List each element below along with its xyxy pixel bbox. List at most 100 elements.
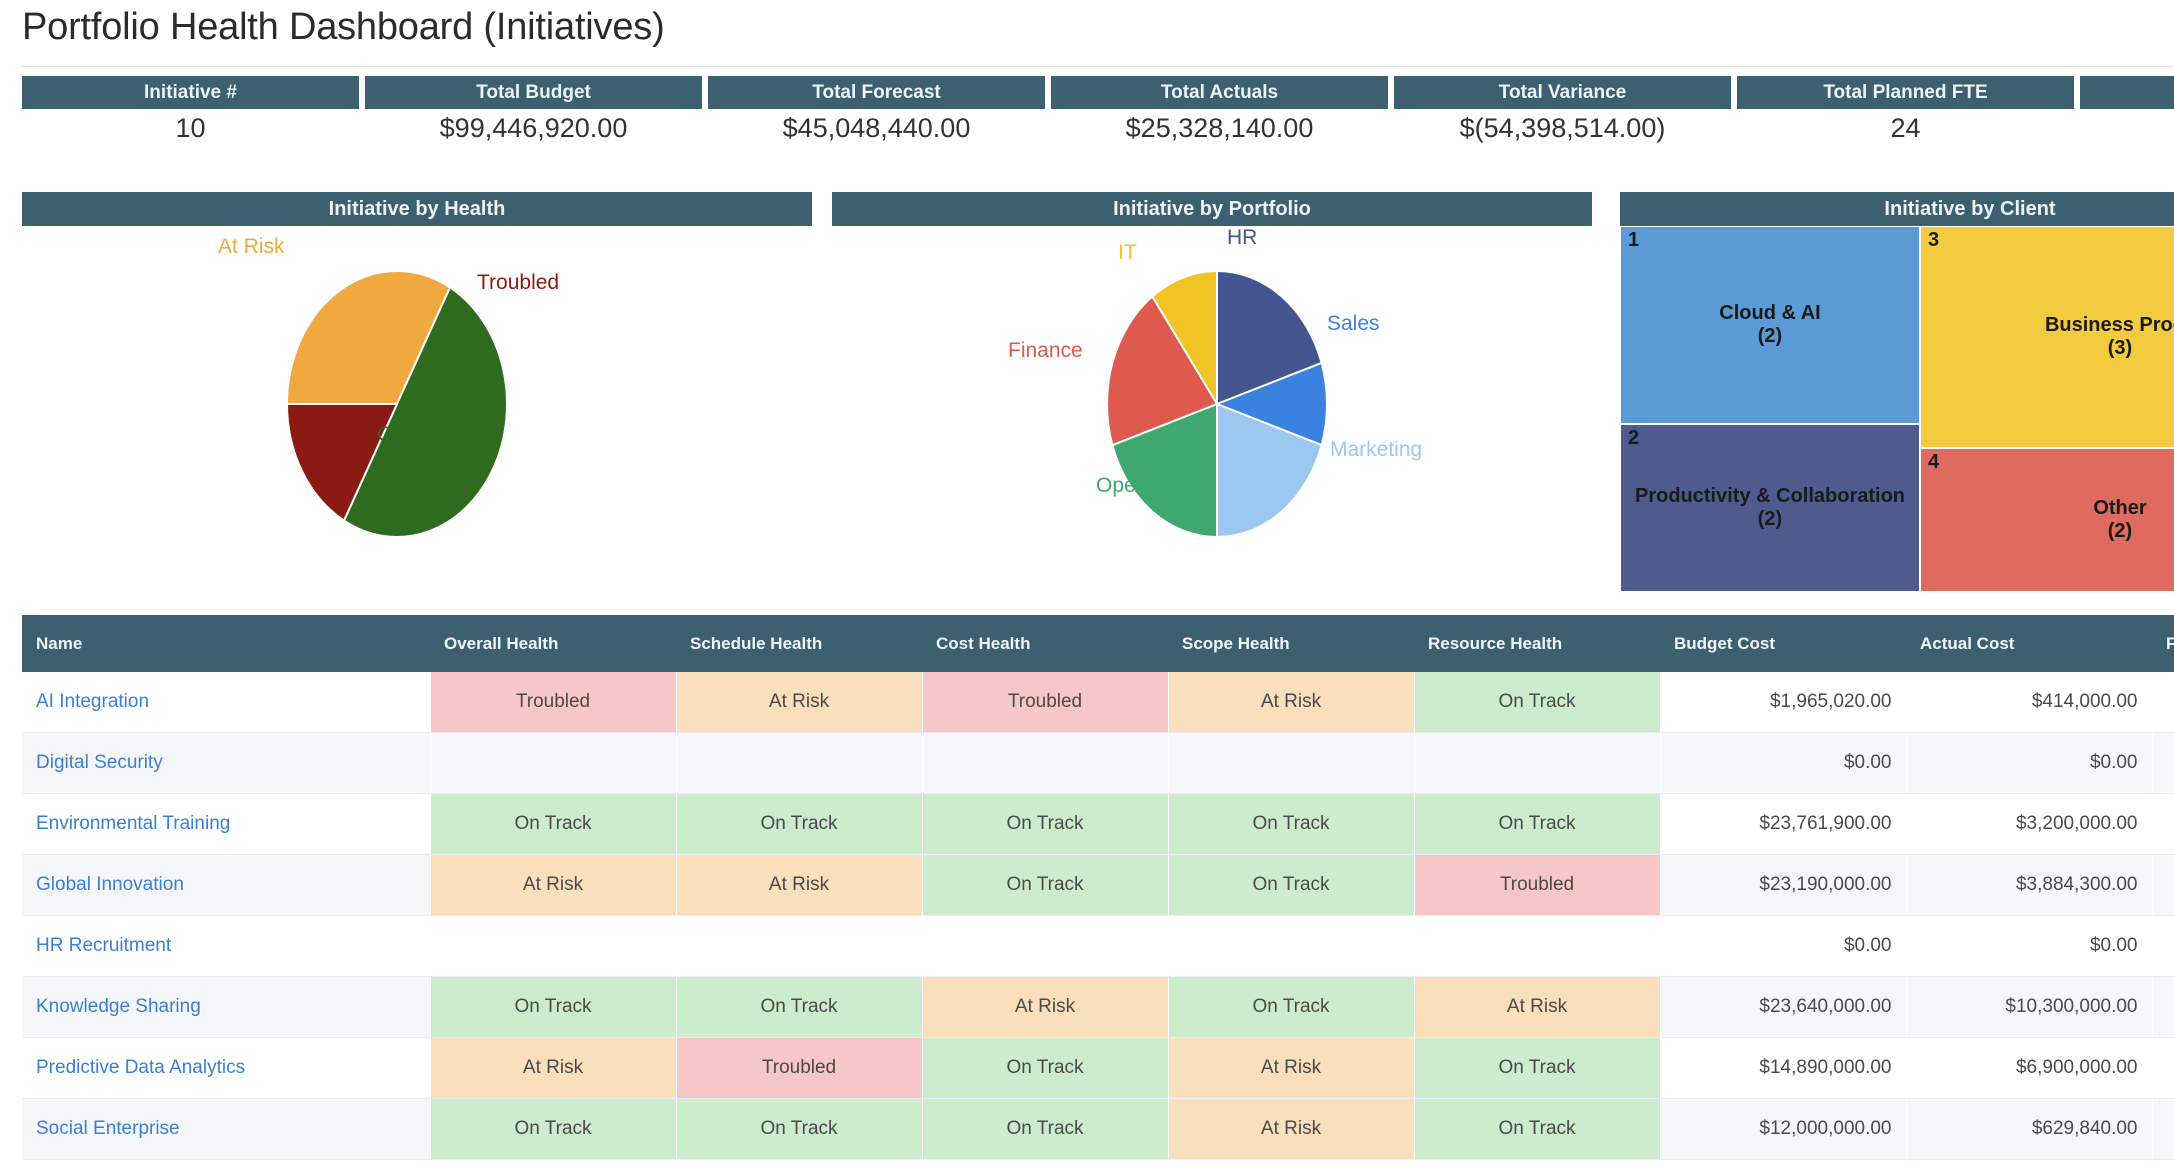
initiative-name-link[interactable]: Knowledge Sharing [22, 976, 431, 1038]
treemap-tile-name: Other [2093, 497, 2147, 519]
health-status-cell: On Track [922, 1098, 1169, 1160]
kpi-card[interactable]: Total Planned FTE 24 [1737, 76, 2074, 148]
table-row[interactable]: Global Innovation At Risk At Risk On Track O… [22, 854, 2174, 916]
table-column-header[interactable]: Scope Health [1168, 615, 1414, 672]
table-column-header[interactable]: Actual Cost [1906, 615, 2152, 672]
health-status-cell [1414, 732, 1661, 794]
table-column-header[interactable]: Schedule Health [676, 615, 922, 672]
treemap-tile[interactable]: 2 Productivity & Collaboration (2) [1620, 424, 1920, 592]
kpi-value [2080, 109, 2174, 148]
treemap-tile-count: (3) [2107, 337, 2133, 359]
treemap-tile[interactable]: 4 Other (2) [1920, 448, 2174, 592]
initiatives-table-container[interactable]: Name Overall Health Schedule Health Cost He… [22, 615, 2174, 1174]
treemap-tile[interactable]: 3 Business Proce(3) [1920, 226, 2174, 448]
initiative-by-portfolio-panel: Initiative by Portfolio HR Sales Marketing… [832, 192, 1592, 592]
health-status-cell: On Track [430, 793, 677, 855]
health-status-cell: At Risk [1168, 1098, 1415, 1160]
table-header: Name Overall Health Schedule Health Cost He… [22, 615, 2174, 672]
initiative-name-link[interactable]: Global Innovation [22, 854, 431, 916]
kpi-value: 24 [1890, 113, 1921, 143]
cost-cell: $12,300,000.00 [2152, 976, 2174, 1038]
health-status-cell [1168, 915, 1415, 977]
kpi-label: T [2080, 76, 2174, 109]
table-column-header[interactable]: Name [22, 615, 430, 672]
cost-cell: $0.00 [1906, 915, 2153, 977]
portfolio-pie-chart[interactable] [832, 226, 1592, 592]
cost-cell: $1,965,020.00 [1660, 672, 1907, 733]
cost-cell: $0.00 [2152, 915, 2174, 977]
table-row[interactable]: HR Recruitment$0.00$0.00$0.00 [22, 915, 2174, 977]
health-status-cell: On Track [922, 793, 1169, 855]
initiative-name-link[interactable]: Digital Security [22, 732, 431, 794]
table-column-header[interactable]: Cost Health [922, 615, 1168, 672]
cost-cell: $2,336,440.00 [2152, 1098, 2174, 1160]
kpi-card[interactable]: Total Variance $(54,398,514.00) [1394, 76, 1731, 148]
health-status-cell [1168, 732, 1415, 794]
health-status-cell: On Track [1168, 793, 1415, 855]
initiative-name-link[interactable]: Social Enterprise [22, 1098, 431, 1160]
health-status-cell: On Track [676, 793, 923, 855]
table-column-header[interactable]: Overall Health [430, 615, 676, 672]
treemap-tile-count: (2) [1757, 508, 1783, 530]
kpi-value: 10 [175, 113, 206, 143]
pie-slice-label: Finance [1008, 339, 1083, 362]
kpi-strip: Initiative # 10 Total Budget $99,446,920.00… [22, 76, 2174, 148]
health-pie-chart[interactable] [22, 226, 812, 592]
table-column-header[interactable]: Resource Health [1414, 615, 1660, 672]
cost-cell: $14,890,000.00 [1660, 1037, 1907, 1099]
pie-slice-label: Operations [1096, 474, 1199, 497]
client-treemap: 1 Cloud & AI (2) 2 Productivity & Collaborat… [1620, 226, 2174, 592]
cost-cell: $1,168,000.00 [2152, 672, 2174, 733]
initiative-by-health-title: Initiative by Health [22, 192, 812, 226]
title-divider [22, 66, 2172, 67]
table-row[interactable]: Environmental Training On Track On Track On… [22, 793, 2174, 855]
table-row[interactable]: Social Enterprise On Track On Track On Trac… [22, 1098, 2174, 1160]
initiative-by-client-panel: Initiative by Client 1 Cloud & AI (2) 2 Prod… [1620, 192, 2174, 592]
health-status-cell: On Track [676, 1098, 923, 1160]
cost-cell: $0.00 [1906, 732, 2153, 794]
treemap-tile[interactable]: 1 Cloud & AI (2) [1620, 226, 1920, 424]
table-row[interactable]: Digital Security$0.00$0.00$0.00 [22, 732, 2174, 794]
cost-cell: $0.00 [1660, 732, 1907, 794]
kpi-card[interactable]: Total Budget $99,446,920.00 [365, 76, 702, 148]
pie-slice-label: On Track [377, 423, 463, 446]
health-status-cell: Troubled [922, 672, 1169, 733]
kpi-label: Total Budget [365, 76, 702, 109]
health-status-cell: At Risk [430, 854, 677, 916]
initiative-name-link[interactable]: AI Integration [22, 672, 431, 733]
cost-cell: $8,900,000.00 [2152, 1037, 2174, 1099]
initiative-name-link[interactable]: Predictive Data Analytics [22, 1037, 431, 1099]
health-status-cell: Troubled [430, 672, 677, 733]
kpi-label: Initiative # [22, 76, 359, 109]
treemap-tile-name: Productivity & Collaboration [1634, 485, 1906, 507]
kpi-card[interactable]: Total Actuals $25,328,140.00 [1051, 76, 1388, 148]
kpi-card[interactable]: T [2080, 76, 2174, 148]
health-status-cell [430, 732, 677, 794]
table-row[interactable]: Predictive Data Analytics At Risk Troubled… [22, 1037, 2174, 1099]
initiative-by-portfolio-body: HR Sales Marketing Operations Finance IT [832, 226, 1592, 592]
kpi-card[interactable]: Total Forecast $45,048,440.00 [708, 76, 1045, 148]
table-row[interactable]: Knowledge Sharing On Track On Track At Risk… [22, 976, 2174, 1038]
table-column-header[interactable]: Forecast Cost [2152, 615, 2174, 672]
cost-cell: $0.00 [2152, 732, 2174, 794]
initiative-by-portfolio-title: Initiative by Portfolio [832, 192, 1592, 226]
pie-slice-label: At Risk [218, 235, 285, 258]
kpi-value: $99,446,920.00 [439, 113, 628, 143]
health-status-cell: At Risk [430, 1037, 677, 1099]
health-status-cell: On Track [1168, 854, 1415, 916]
table-row[interactable]: AI Integration Troubled At Risk Troubled At … [22, 672, 2174, 733]
treemap-tile-count: (2) [2107, 520, 2133, 542]
health-status-cell: On Track [1168, 976, 1415, 1038]
health-status-cell: At Risk [922, 976, 1169, 1038]
health-status-cell: On Track [922, 1037, 1169, 1099]
kpi-card[interactable]: Initiative # 10 [22, 76, 359, 148]
pie-slice-label: Marketing [1330, 438, 1423, 461]
initiative-name-link[interactable]: HR Recruitment [22, 915, 431, 977]
kpi-label: Total Planned FTE [1737, 76, 2074, 109]
table-header-row: Name Overall Health Schedule Health Cost He… [22, 615, 2174, 672]
health-status-cell: At Risk [1168, 672, 1415, 733]
initiative-name-link[interactable]: Environmental Training [22, 793, 431, 855]
cost-cell: $629,840.00 [1906, 1098, 2153, 1160]
table-column-header[interactable]: Budget Cost [1660, 615, 1906, 672]
kpi-value: $25,328,140.00 [1125, 113, 1314, 143]
